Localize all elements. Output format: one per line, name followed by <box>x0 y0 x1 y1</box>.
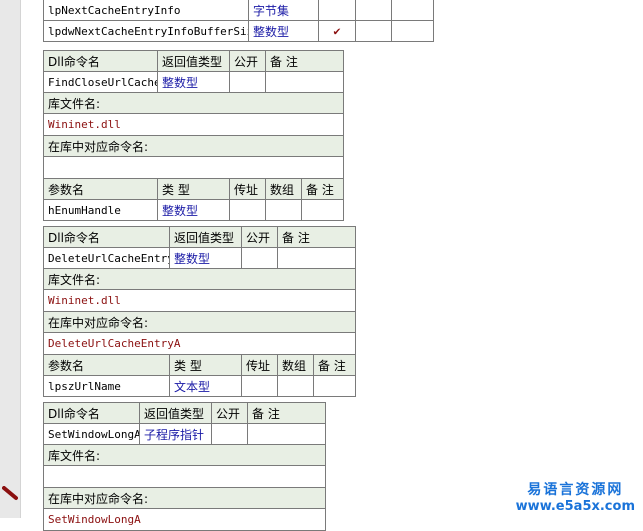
lib-command-value[interactable] <box>42 156 345 179</box>
byref-cell[interactable] <box>318 0 356 21</box>
header-public: 公开 <box>241 226 278 248</box>
param-name: lpNextCacheEntryInfo <box>43 0 249 21</box>
return-type-value: 子程序指针 <box>139 423 212 445</box>
dll-command-table-setwindowlonga: Dll命令名 返回值类型 公开 备 注 SetWindowLongA 子程序指针… <box>43 402 326 531</box>
header-param-remark: 备 注 <box>312 354 357 376</box>
header-row: Dll命令名 返回值类型 公开 备 注 <box>43 226 357 248</box>
header-row: Dll命令名 返回值类型 公开 备 注 <box>43 402 326 424</box>
remark-cell[interactable] <box>391 20 434 42</box>
remark-cell[interactable] <box>276 247 357 269</box>
lib-command-value[interactable]: DeleteUrlCacheEntryA <box>42 332 357 355</box>
header-param-remark: 备 注 <box>300 178 345 200</box>
public-cell[interactable] <box>241 247 278 269</box>
table-row[interactable]: FindCloseUrlCache 整数型 <box>43 71 345 93</box>
param-name: lpszUrlName <box>43 375 170 397</box>
lib-file-value[interactable]: Wininet.dll <box>42 289 357 312</box>
array-cell[interactable] <box>355 20 392 42</box>
header-public: 公开 <box>229 50 266 72</box>
public-cell[interactable] <box>229 71 266 93</box>
lib-file-label: 库文件名: <box>42 92 345 114</box>
header-public: 公开 <box>211 402 248 424</box>
param-type: 字节集 <box>248 0 319 21</box>
table-row[interactable]: DeleteUrlCacheEntry 整数型 <box>43 247 357 269</box>
remark-cell[interactable] <box>264 71 345 93</box>
dll-command-table-findcloseurlcache: Dll命令名 返回值类型 公开 备 注 FindCloseUrlCache 整数… <box>42 50 345 221</box>
public-cell[interactable] <box>211 423 248 445</box>
site-watermark: 易语言资源网 www.e5a5x.com <box>516 479 635 514</box>
byref-cell[interactable] <box>229 199 266 221</box>
header-type: 类 型 <box>169 354 242 376</box>
editor-gutter <box>0 0 21 518</box>
remark-cell[interactable] <box>300 199 345 221</box>
lib-file-value[interactable] <box>43 465 326 488</box>
pencil-cursor-icon <box>2 486 18 500</box>
param-header-row: 参数名 类 型 传址 数组 备 注 <box>43 178 345 200</box>
return-type-value: 整数型 <box>169 247 242 269</box>
header-dll-command: Dll命令名 <box>43 402 140 424</box>
header-array: 数组 <box>277 354 314 376</box>
header-remark: 备 注 <box>247 402 326 424</box>
header-return-type: 返回值类型 <box>157 50 230 72</box>
watermark-title: 易语言资源网 <box>527 482 624 498</box>
param-name: lpdwNextCacheEntryInfoBufferSize <box>43 20 249 42</box>
header-array: 数组 <box>265 178 302 200</box>
header-row: Dll命令名 返回值类型 公开 备 注 <box>43 50 345 72</box>
table-row[interactable]: lpszUrlName 文本型 <box>43 375 357 397</box>
table-row[interactable]: hEnumHandle 整数型 <box>43 199 345 221</box>
param-name: hEnumHandle <box>43 199 158 221</box>
lib-command-label: 在库中对应命令名: <box>42 135 345 157</box>
header-remark: 备 注 <box>264 50 345 72</box>
remark-cell[interactable] <box>312 375 357 397</box>
table-row[interactable]: SetWindowLongA 子程序指针 <box>43 423 326 445</box>
lib-command-label: 在库中对应命令名: <box>43 487 326 509</box>
header-param-name: 参数名 <box>43 354 170 376</box>
watermark-url: www.e5a5x.com <box>515 499 635 514</box>
byref-checkmark-icon[interactable]: ✔ <box>318 20 356 42</box>
array-cell[interactable] <box>277 375 314 397</box>
header-return-type: 返回值类型 <box>169 226 242 248</box>
param-table-top: lpNextCacheEntryInfo 字节集 lpdwNextCacheEn… <box>43 0 434 42</box>
table-row[interactable]: lpdwNextCacheEntryInfoBufferSize 整数型 ✔ <box>43 20 434 42</box>
param-type: 整数型 <box>248 20 319 42</box>
header-type: 类 型 <box>157 178 230 200</box>
remark-cell[interactable] <box>391 0 434 21</box>
header-dll-command: Dll命令名 <box>43 50 158 72</box>
array-cell[interactable] <box>265 199 302 221</box>
param-type: 文本型 <box>169 375 242 397</box>
remark-cell[interactable] <box>247 423 326 445</box>
dll-command-table-deleteurlcacheentry: Dll命令名 返回值类型 公开 备 注 DeleteUrlCacheEntry … <box>42 226 357 397</box>
byref-cell[interactable] <box>241 375 278 397</box>
lib-command-label: 在库中对应命令名: <box>42 311 357 333</box>
lib-command-value[interactable]: SetWindowLongA <box>43 508 326 531</box>
dll-command-name: FindCloseUrlCache <box>43 71 158 93</box>
lib-file-label: 库文件名: <box>43 444 326 466</box>
param-type: 整数型 <box>157 199 230 221</box>
header-byref: 传址 <box>229 178 266 200</box>
dll-command-name: DeleteUrlCacheEntry <box>43 247 170 269</box>
dll-command-name: SetWindowLongA <box>43 423 140 445</box>
header-return-type: 返回值类型 <box>139 402 212 424</box>
return-type-value: 整数型 <box>157 71 230 93</box>
header-byref: 传址 <box>241 354 278 376</box>
param-header-row: 参数名 类 型 传址 数组 备 注 <box>43 354 357 376</box>
lib-file-label: 库文件名: <box>42 268 357 290</box>
header-remark: 备 注 <box>276 226 357 248</box>
lib-file-value[interactable]: Wininet.dll <box>42 113 345 136</box>
header-param-name: 参数名 <box>43 178 158 200</box>
table-row[interactable]: lpNextCacheEntryInfo 字节集 <box>43 0 434 21</box>
array-cell[interactable] <box>355 0 392 21</box>
header-dll-command: Dll命令名 <box>43 226 170 248</box>
